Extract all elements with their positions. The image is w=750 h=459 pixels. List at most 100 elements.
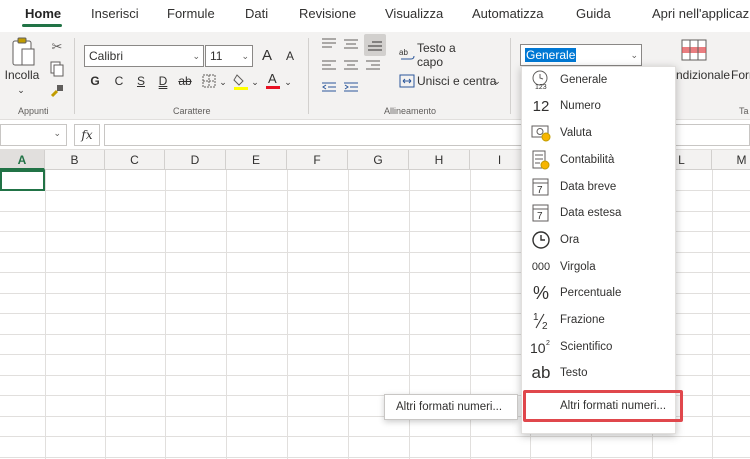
align-middle-icon[interactable] xyxy=(342,36,360,52)
menu-tabs: Home Inserisci Formule Dati Revisione Vi… xyxy=(0,0,750,32)
align-top-icon[interactable] xyxy=(320,36,338,52)
svg-text:1: 1 xyxy=(533,312,539,323)
number-format-value: Generale xyxy=(525,48,577,62)
format-option-label: Ora xyxy=(560,234,580,246)
column-header-c[interactable]: C xyxy=(105,150,165,170)
number-format-dropdown: 123 Generale 12 Numero Valuta Contabilit… xyxy=(521,66,676,434)
copy-icon[interactable] xyxy=(48,60,66,78)
chevron-down-icon[interactable]: ⌄ xyxy=(250,74,260,90)
name-box[interactable]: ⌄ xyxy=(0,124,67,146)
tab-formule[interactable]: Formule xyxy=(167,6,215,21)
font-name-combo[interactable]: Calibri ⌄ xyxy=(84,45,204,67)
format-option-label: Data breve xyxy=(560,181,617,193)
tab-home[interactable]: Home xyxy=(25,6,61,21)
general-icon: 123 xyxy=(530,69,552,91)
format-option-testo[interactable]: ab Testo xyxy=(522,360,677,386)
tab-revisione[interactable]: Revisione xyxy=(299,6,356,21)
align-bottom-icon[interactable] xyxy=(364,34,386,56)
paste-icon[interactable] xyxy=(8,36,38,68)
format-option-virgola[interactable]: 000 Virgola xyxy=(522,254,677,280)
format-option-percentuale[interactable]: % Percentuale xyxy=(522,280,677,306)
format-option-data-estesa[interactable]: 7 Data estesa xyxy=(522,200,677,226)
column-header-b[interactable]: B xyxy=(45,150,105,170)
shrink-font-button[interactable]: A xyxy=(282,48,298,64)
ribbon-separator xyxy=(510,38,511,114)
fraction-icon: 12 xyxy=(530,309,552,331)
format-option-label: Generale xyxy=(560,74,608,86)
chevron-down-icon[interactable]: ⌄ xyxy=(492,74,502,88)
conditional-formatting-icon[interactable] xyxy=(680,38,708,62)
column-header-f[interactable]: F xyxy=(287,150,348,170)
borders-icon[interactable] xyxy=(200,72,218,90)
tooltip: Altri formati numeri... xyxy=(384,394,518,420)
chevron-down-icon: ⌄ xyxy=(630,50,638,60)
group-label-allineamento: Allineamento xyxy=(384,106,437,116)
format-option-label: Frazione xyxy=(560,314,605,326)
format-option-scientifico[interactable]: 10 2 Scientifico xyxy=(522,334,677,360)
grow-font-button[interactable]: A xyxy=(258,46,276,64)
column-header-e[interactable]: E xyxy=(226,150,287,170)
chevron-down-icon[interactable]: ⌄ xyxy=(283,74,293,90)
column-header-a[interactable]: A xyxy=(0,150,45,170)
format-option-data-breve[interactable]: 7 Data breve xyxy=(522,174,677,200)
italic-button[interactable]: C xyxy=(110,72,128,90)
column-header-m[interactable]: M xyxy=(712,150,750,170)
tab-automatizza[interactable]: Automatizza xyxy=(472,6,544,21)
text-icon: ab xyxy=(531,363,551,382)
format-option-valuta[interactable]: Valuta xyxy=(522,120,677,146)
chevron-down-icon: ⌄ xyxy=(192,51,200,61)
tab-dati[interactable]: Dati xyxy=(245,6,268,21)
scissors-icon[interactable]: ✂ xyxy=(48,38,66,56)
currency-icon xyxy=(530,122,552,144)
font-size-combo[interactable]: 11 ⌄ xyxy=(205,45,253,67)
double-underline-button[interactable]: D xyxy=(154,72,172,90)
chevron-down-icon[interactable]: ⌄ xyxy=(218,74,228,90)
chevron-down-icon[interactable]: ⌄ xyxy=(14,84,28,96)
group-label-tabella: Ta xyxy=(739,106,749,116)
number-icon: 12 xyxy=(532,97,550,115)
column-header-g[interactable]: G xyxy=(348,150,409,170)
bold-button[interactable]: G xyxy=(86,72,104,90)
underline-button[interactable]: S xyxy=(132,72,150,90)
number-format-combo[interactable]: Generale ⌄ xyxy=(520,44,642,66)
grid-hline xyxy=(0,436,750,437)
font-color-icon[interactable]: A xyxy=(264,70,282,90)
align-center-icon[interactable] xyxy=(342,58,360,74)
align-right-icon[interactable] xyxy=(364,58,382,74)
format-option-label: Virgola xyxy=(560,261,596,273)
format-option-ora[interactable]: Ora xyxy=(522,227,677,253)
format-option-frazione[interactable]: 12 Frazione xyxy=(522,307,677,333)
increase-indent-icon[interactable] xyxy=(342,80,360,96)
active-tab-indicator xyxy=(22,24,62,27)
svg-text:ab: ab xyxy=(399,48,408,57)
fill-color-icon[interactable] xyxy=(232,72,250,90)
active-cell[interactable] xyxy=(0,170,45,191)
align-left-icon[interactable] xyxy=(320,58,338,74)
format-as-table-button[interactable]: Form xyxy=(731,68,750,82)
svg-text:123: 123 xyxy=(535,84,547,90)
format-option-generale[interactable]: 123 Generale xyxy=(522,67,677,93)
column-header-d[interactable]: D xyxy=(165,150,226,170)
chevron-down-icon: ⌄ xyxy=(241,51,249,61)
wrap-text-button[interactable]: Testo a capo xyxy=(417,41,483,69)
format-painter-icon[interactable] xyxy=(48,82,66,100)
strikethrough-button[interactable]: ab xyxy=(176,72,194,90)
insert-function-button[interactable]: fx xyxy=(74,124,100,146)
percent-icon: % xyxy=(532,282,549,303)
wrap-text-icon[interactable]: ab xyxy=(398,46,416,64)
group-label-appunti: Appunti xyxy=(18,106,49,116)
tab-visualizza[interactable]: Visualizza xyxy=(385,6,443,21)
format-option-contabilita[interactable]: Contabilità xyxy=(522,147,677,173)
tab-open-in-app[interactable]: Apri nell'applicaz xyxy=(652,6,749,21)
tab-inserisci[interactable]: Inserisci xyxy=(91,6,139,21)
decrease-indent-icon[interactable] xyxy=(320,80,338,96)
format-option-numero[interactable]: 12 Numero xyxy=(522,93,677,119)
tab-guida[interactable]: Guida xyxy=(576,6,611,21)
merge-center-icon[interactable] xyxy=(398,72,416,90)
ribbon-separator xyxy=(74,38,75,114)
paste-button[interactable]: Incolla xyxy=(4,68,40,82)
column-header-h[interactable]: H xyxy=(409,150,470,170)
conditional-formatting-button[interactable]: ndizionale xyxy=(676,68,730,82)
scientific-icon: 10 2 xyxy=(530,336,552,358)
merge-center-button[interactable]: Unisci e centra xyxy=(417,73,497,89)
